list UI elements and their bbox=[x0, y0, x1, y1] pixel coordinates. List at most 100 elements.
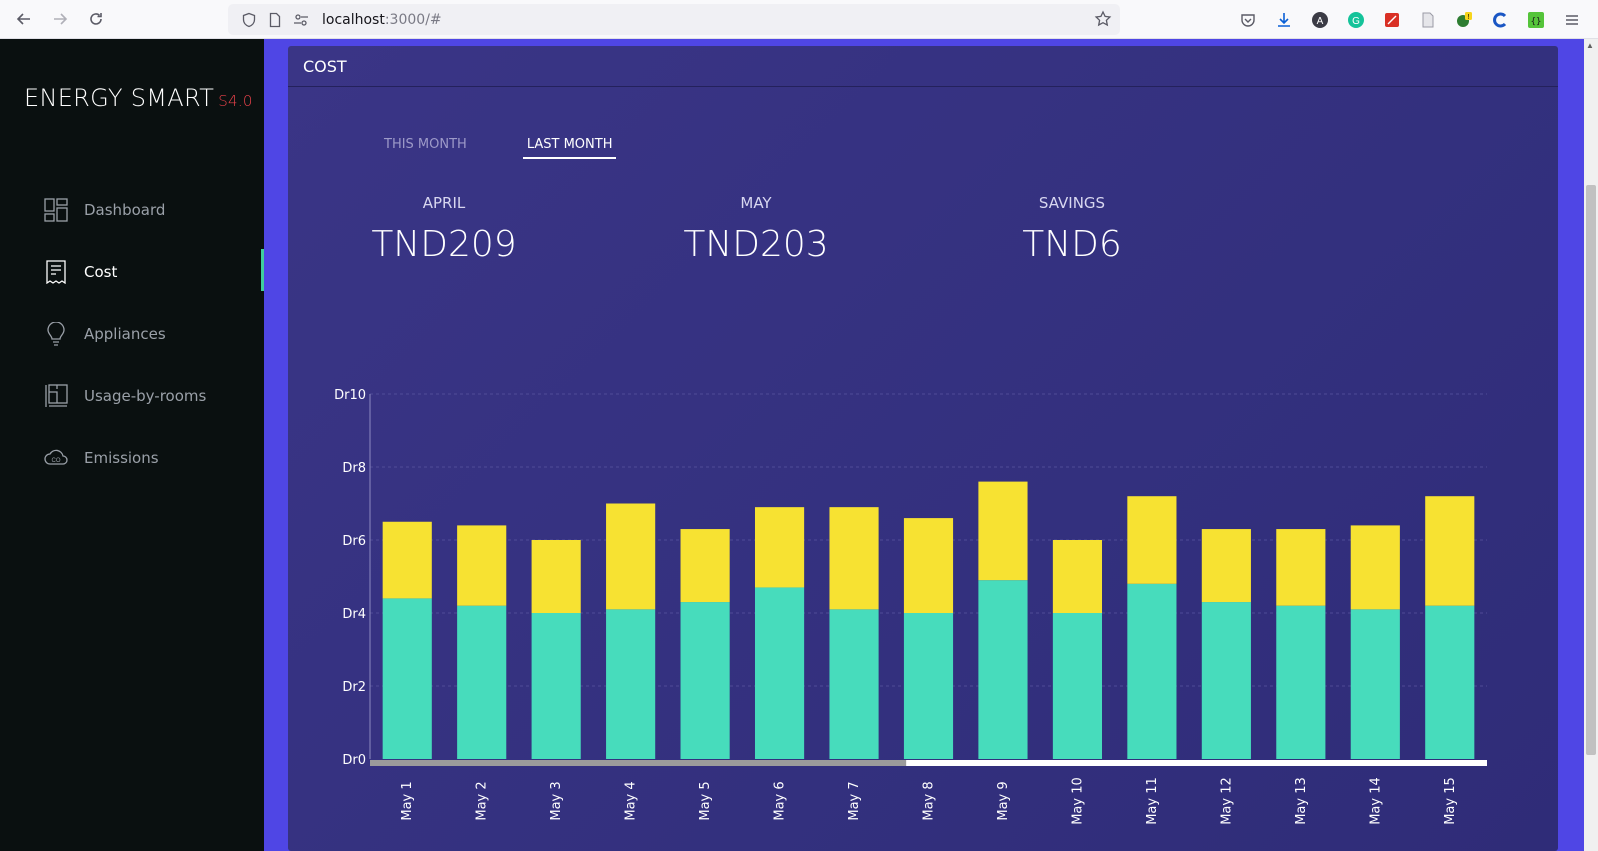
scrollbar-thumb[interactable] bbox=[1586, 185, 1596, 755]
y-tick-label: Dr8 bbox=[342, 461, 366, 476]
tab-this-month[interactable]: THIS MONTH bbox=[380, 134, 471, 159]
svg-text:!: ! bbox=[1468, 14, 1470, 21]
svg-text:A: A bbox=[1317, 16, 1324, 27]
hamburger-menu-icon[interactable] bbox=[1560, 8, 1584, 32]
extensions-area: A G ! {} bbox=[1236, 8, 1584, 32]
bar-segment-top bbox=[382, 521, 432, 599]
c-extension-icon[interactable] bbox=[1488, 8, 1512, 32]
tab-last-month[interactable]: LAST MONTH bbox=[522, 134, 617, 159]
address-bar[interactable]: localhost:3000/# bbox=[228, 4, 1120, 35]
x-tick-label: May 12 bbox=[1219, 777, 1234, 825]
bar-segment-bottom bbox=[1276, 605, 1326, 759]
bar-segment-bottom bbox=[457, 605, 507, 759]
bar-segment-bottom bbox=[1201, 602, 1251, 759]
x-tick-label: May 3 bbox=[549, 781, 564, 820]
pocket-icon[interactable] bbox=[1236, 8, 1260, 32]
bar-segment-bottom bbox=[1350, 609, 1400, 759]
json-extension-icon[interactable]: {} bbox=[1524, 8, 1548, 32]
document-extension-icon[interactable] bbox=[1416, 8, 1440, 32]
bar-segment-top bbox=[1127, 496, 1177, 584]
bar-segment-top bbox=[1350, 525, 1400, 610]
card-title: COST bbox=[288, 46, 1558, 87]
stat-savings: SAVINGS TND6 bbox=[1002, 194, 1142, 265]
bar-segment-top bbox=[531, 540, 581, 613]
stat-label: SAVINGS bbox=[1038, 194, 1106, 212]
x-tick-label: May 9 bbox=[996, 781, 1011, 820]
bar-segment-bottom bbox=[1052, 613, 1103, 759]
alert-extension-icon[interactable]: ! bbox=[1452, 8, 1476, 32]
url-host: localhost bbox=[322, 11, 385, 28]
bar-segment-top bbox=[1276, 529, 1326, 606]
grammarly-icon[interactable]: G bbox=[1344, 8, 1368, 32]
shield-icon[interactable] bbox=[238, 9, 260, 31]
sidebar-item-usage-by-rooms[interactable]: Usage-by-rooms bbox=[0, 365, 264, 427]
svg-text:CO: CO bbox=[52, 458, 61, 464]
back-icon[interactable] bbox=[6, 1, 42, 37]
sidebar-item-label: Emissions bbox=[84, 449, 159, 467]
receipt-icon bbox=[43, 259, 69, 285]
bar-segment-top bbox=[680, 529, 730, 603]
brand-logo: ENERGY SMART S4.0 bbox=[24, 84, 253, 112]
sidebar-item-label: Appliances bbox=[84, 325, 166, 343]
x-tick-label: May 15 bbox=[1443, 777, 1458, 825]
x-tick-label: May 5 bbox=[698, 781, 713, 820]
x-tick-label: May 11 bbox=[1145, 777, 1160, 825]
bar-segment-bottom bbox=[754, 587, 805, 759]
x-tick-label: May 10 bbox=[1070, 777, 1085, 825]
y-tick-label: Dr6 bbox=[342, 534, 366, 549]
page-scrollbar[interactable]: ▲ bbox=[1584, 39, 1598, 851]
y-tick-label: Dr2 bbox=[342, 680, 366, 695]
sidebar-item-appliances[interactable]: Appliances bbox=[0, 303, 264, 365]
x-tick-label: May 8 bbox=[922, 781, 937, 820]
bar-segment-bottom bbox=[680, 602, 730, 759]
bar-segment-top bbox=[1201, 529, 1251, 603]
bar-segment-bottom bbox=[531, 613, 581, 759]
pdf-extension-icon[interactable] bbox=[1380, 8, 1404, 32]
bar-segment-bottom bbox=[1127, 583, 1177, 759]
stat-value: TND209 bbox=[371, 224, 517, 265]
brand-name: ENERGY SMART bbox=[24, 84, 215, 112]
bar-segment-top bbox=[1425, 496, 1475, 606]
bar-segment-bottom bbox=[978, 580, 1028, 759]
sidebar-item-label: Dashboard bbox=[84, 201, 166, 219]
forward-icon[interactable] bbox=[42, 1, 78, 37]
co2-cloud-icon: CO bbox=[43, 445, 69, 471]
bar-segment-top bbox=[457, 525, 507, 606]
y-tick-label: Dr4 bbox=[342, 607, 366, 622]
bar-segment-bottom bbox=[903, 613, 954, 759]
reload-icon[interactable] bbox=[78, 1, 114, 37]
download-icon[interactable] bbox=[1272, 8, 1296, 32]
bookmark-star-icon[interactable] bbox=[1094, 10, 1112, 28]
sidebar-item-emissions[interactable]: CO Emissions bbox=[0, 427, 264, 489]
chart-scroll-thumb bbox=[370, 760, 907, 766]
bar-segment-top bbox=[903, 518, 954, 613]
page-icon[interactable] bbox=[264, 9, 286, 31]
stat-value: TND203 bbox=[683, 224, 829, 265]
y-tick-label: Dr0 bbox=[342, 753, 366, 768]
dashboard-icon bbox=[43, 197, 69, 223]
account-icon[interactable]: A bbox=[1308, 8, 1332, 32]
bar-segment-bottom bbox=[829, 609, 879, 759]
site-settings-icon[interactable] bbox=[290, 9, 312, 31]
bar-segment-top bbox=[829, 507, 879, 610]
sidebar-item-dashboard[interactable]: Dashboard bbox=[0, 179, 264, 241]
stat-label: APRIL bbox=[422, 194, 466, 212]
sidebar-menu: Dashboard Cost Appliances Usage-by-rooms… bbox=[0, 179, 264, 489]
stat-label: MAY bbox=[740, 194, 772, 212]
period-tabs: THIS MONTH LAST MONTH bbox=[380, 134, 617, 159]
y-tick-label: Dr10 bbox=[334, 388, 366, 403]
browser-toolbar: localhost:3000/# A G ! {} bbox=[0, 0, 1598, 39]
lightbulb-icon bbox=[43, 321, 69, 347]
stat-april: APRIL TND209 bbox=[366, 194, 522, 265]
x-tick-label: May 2 bbox=[475, 781, 490, 820]
svg-text:{}: {} bbox=[1531, 17, 1542, 27]
scroll-up-icon[interactable]: ▲ bbox=[1586, 41, 1594, 50]
url-text: localhost:3000/# bbox=[322, 12, 442, 28]
main-content: COST THIS MONTH LAST MONTH APRIL TND209 … bbox=[264, 39, 1584, 851]
stat-value: TND6 bbox=[1022, 224, 1122, 265]
bar-segment-bottom bbox=[606, 609, 656, 759]
sidebar-item-label: Cost bbox=[84, 263, 118, 281]
sidebar-item-cost[interactable]: Cost bbox=[0, 241, 264, 303]
floorplan-icon bbox=[43, 383, 69, 409]
url-path: :3000/# bbox=[384, 11, 442, 28]
